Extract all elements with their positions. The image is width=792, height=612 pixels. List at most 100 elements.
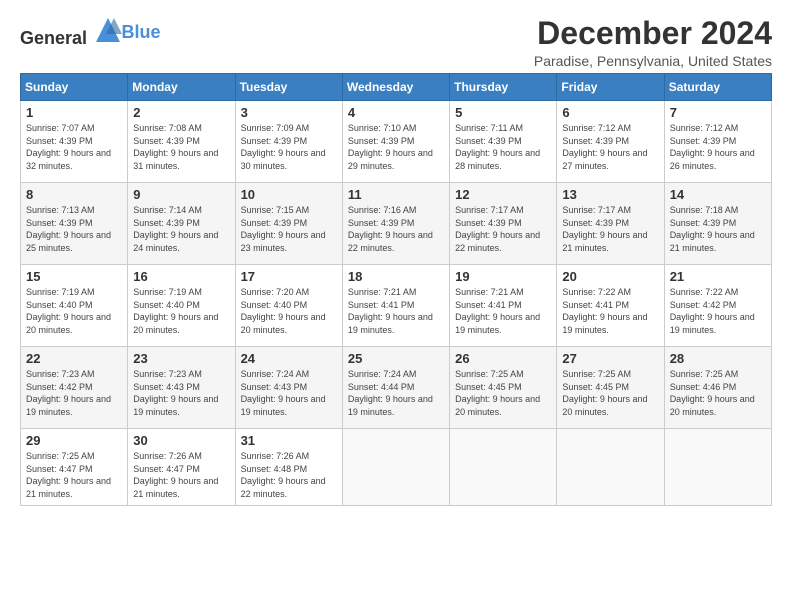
day-number: 29	[26, 433, 122, 448]
calendar-cell: 23 Sunrise: 7:23 AMSunset: 4:43 PMDayligh…	[128, 347, 235, 429]
calendar-cell: 7 Sunrise: 7:12 AMSunset: 4:39 PMDaylight…	[664, 101, 771, 183]
day-detail: Sunrise: 7:21 AMSunset: 4:41 PMDaylight:…	[455, 287, 540, 335]
day-detail: Sunrise: 7:17 AMSunset: 4:39 PMDaylight:…	[455, 205, 540, 253]
day-detail: Sunrise: 7:23 AMSunset: 4:42 PMDaylight:…	[26, 369, 111, 417]
calendar-cell: 6 Sunrise: 7:12 AMSunset: 4:39 PMDaylight…	[557, 101, 664, 183]
calendar-cell: 19 Sunrise: 7:21 AMSunset: 4:41 PMDayligh…	[450, 265, 557, 347]
day-number: 22	[26, 351, 122, 366]
logo-icon	[94, 16, 122, 44]
day-number: 31	[241, 433, 337, 448]
calendar-cell: 21 Sunrise: 7:22 AMSunset: 4:42 PMDayligh…	[664, 265, 771, 347]
day-detail: Sunrise: 7:26 AMSunset: 4:48 PMDaylight:…	[241, 451, 326, 499]
calendar-cell: 22 Sunrise: 7:23 AMSunset: 4:42 PMDayligh…	[21, 347, 128, 429]
day-detail: Sunrise: 7:24 AMSunset: 4:43 PMDaylight:…	[241, 369, 326, 417]
day-number: 20	[562, 269, 658, 284]
day-detail: Sunrise: 7:25 AMSunset: 4:45 PMDaylight:…	[455, 369, 540, 417]
calendar-cell: 14Sunrise: 7:18 AMSunset: 4:39 PMDayligh…	[664, 183, 771, 265]
calendar-week-5: 29 Sunrise: 7:25 AMSunset: 4:47 PMDayligh…	[21, 429, 772, 505]
day-number: 30	[133, 433, 229, 448]
title-block: December 2024 Paradise, Pennsylvania, Un…	[534, 16, 772, 69]
day-number: 1	[26, 105, 122, 120]
day-number: 27	[562, 351, 658, 366]
calendar-cell: 15Sunrise: 7:19 AMSunset: 4:40 PMDayligh…	[21, 265, 128, 347]
calendar-cell: 17 Sunrise: 7:20 AMSunset: 4:40 PMDayligh…	[235, 265, 342, 347]
day-number: 14	[670, 187, 766, 202]
day-detail: Sunrise: 7:17 AMSunset: 4:39 PMDaylight:…	[562, 205, 647, 253]
day-number: 21	[670, 269, 766, 284]
day-number: 19	[455, 269, 551, 284]
day-detail: Sunrise: 7:08 AMSunset: 4:39 PMDaylight:…	[133, 123, 218, 171]
day-detail: Sunrise: 7:25 AMSunset: 4:45 PMDaylight:…	[562, 369, 647, 417]
day-detail: Sunrise: 7:20 AMSunset: 4:40 PMDaylight:…	[241, 287, 326, 335]
calendar-week-2: 8Sunrise: 7:13 AMSunset: 4:39 PMDaylight…	[21, 183, 772, 265]
col-thursday: Thursday	[450, 74, 557, 101]
calendar-cell: 13 Sunrise: 7:17 AMSunset: 4:39 PMDayligh…	[557, 183, 664, 265]
calendar-cell: 9 Sunrise: 7:14 AMSunset: 4:39 PMDaylight…	[128, 183, 235, 265]
page: General Blue December 2024 Paradise, Pen…	[0, 0, 792, 518]
day-number: 7	[670, 105, 766, 120]
calendar-cell: 27 Sunrise: 7:25 AMSunset: 4:45 PMDayligh…	[557, 347, 664, 429]
calendar-cell: 29 Sunrise: 7:25 AMSunset: 4:47 PMDayligh…	[21, 429, 128, 505]
logo-general: General	[20, 28, 87, 48]
day-detail: Sunrise: 7:07 AMSunset: 4:39 PMDaylight:…	[26, 123, 111, 171]
month-title: December 2024	[534, 16, 772, 51]
calendar-cell: 24Sunrise: 7:24 AMSunset: 4:43 PMDayligh…	[235, 347, 342, 429]
calendar-cell: 30Sunrise: 7:26 AMSunset: 4:47 PMDayligh…	[128, 429, 235, 505]
calendar-cell	[557, 429, 664, 505]
day-detail: Sunrise: 7:24 AMSunset: 4:44 PMDaylight:…	[348, 369, 433, 417]
calendar-cell	[450, 429, 557, 505]
col-wednesday: Wednesday	[342, 74, 449, 101]
day-number: 2	[133, 105, 229, 120]
calendar-cell: 16 Sunrise: 7:19 AMSunset: 4:40 PMDayligh…	[128, 265, 235, 347]
day-detail: Sunrise: 7:13 AMSunset: 4:39 PMDaylight:…	[26, 205, 111, 253]
day-number: 25	[348, 351, 444, 366]
calendar-cell: 26Sunrise: 7:25 AMSunset: 4:45 PMDayligh…	[450, 347, 557, 429]
day-detail: Sunrise: 7:14 AMSunset: 4:39 PMDaylight:…	[133, 205, 218, 253]
calendar-cell: 31 Sunrise: 7:26 AMSunset: 4:48 PMDayligh…	[235, 429, 342, 505]
day-detail: Sunrise: 7:22 AMSunset: 4:42 PMDaylight:…	[670, 287, 755, 335]
calendar-cell: 1 Sunrise: 7:07 AMSunset: 4:39 PMDaylight…	[21, 101, 128, 183]
day-number: 28	[670, 351, 766, 366]
calendar-cell: 2 Sunrise: 7:08 AMSunset: 4:39 PMDaylight…	[128, 101, 235, 183]
day-detail: Sunrise: 7:25 AMSunset: 4:47 PMDaylight:…	[26, 451, 111, 499]
day-detail: Sunrise: 7:16 AMSunset: 4:39 PMDaylight:…	[348, 205, 433, 253]
calendar-cell: 3Sunrise: 7:09 AMSunset: 4:39 PMDaylight…	[235, 101, 342, 183]
calendar-cell: 5 Sunrise: 7:11 AMSunset: 4:39 PMDaylight…	[450, 101, 557, 183]
day-number: 23	[133, 351, 229, 366]
calendar-cell	[664, 429, 771, 505]
day-number: 5	[455, 105, 551, 120]
day-detail: Sunrise: 7:19 AMSunset: 4:40 PMDaylight:…	[133, 287, 218, 335]
day-number: 4	[348, 105, 444, 120]
col-sunday: Sunday	[21, 74, 128, 101]
day-number: 13	[562, 187, 658, 202]
day-detail: Sunrise: 7:12 AMSunset: 4:39 PMDaylight:…	[670, 123, 755, 171]
calendar-week-4: 22 Sunrise: 7:23 AMSunset: 4:42 PMDayligh…	[21, 347, 772, 429]
day-number: 6	[562, 105, 658, 120]
col-tuesday: Tuesday	[235, 74, 342, 101]
logo: General Blue	[20, 16, 161, 49]
day-detail: Sunrise: 7:23 AMSunset: 4:43 PMDaylight:…	[133, 369, 218, 417]
location: Paradise, Pennsylvania, United States	[534, 53, 772, 69]
day-detail: Sunrise: 7:12 AMSunset: 4:39 PMDaylight:…	[562, 123, 647, 171]
calendar-cell: 25 Sunrise: 7:24 AMSunset: 4:44 PMDayligh…	[342, 347, 449, 429]
day-detail: Sunrise: 7:15 AMSunset: 4:39 PMDaylight:…	[241, 205, 326, 253]
day-detail: Sunrise: 7:25 AMSunset: 4:46 PMDaylight:…	[670, 369, 755, 417]
day-number: 17	[241, 269, 337, 284]
day-number: 15	[26, 269, 122, 284]
logo-blue: Blue	[122, 22, 161, 42]
header: General Blue December 2024 Paradise, Pen…	[20, 16, 772, 69]
calendar-cell: 12Sunrise: 7:17 AMSunset: 4:39 PMDayligh…	[450, 183, 557, 265]
calendar-cell: 10 Sunrise: 7:15 AMSunset: 4:39 PMDayligh…	[235, 183, 342, 265]
calendar-cell: 28 Sunrise: 7:25 AMSunset: 4:46 PMDayligh…	[664, 347, 771, 429]
day-number: 16	[133, 269, 229, 284]
day-detail: Sunrise: 7:21 AMSunset: 4:41 PMDaylight:…	[348, 287, 433, 335]
day-number: 18	[348, 269, 444, 284]
day-detail: Sunrise: 7:10 AMSunset: 4:39 PMDaylight:…	[348, 123, 433, 171]
col-monday: Monday	[128, 74, 235, 101]
day-detail: Sunrise: 7:11 AMSunset: 4:39 PMDaylight:…	[455, 123, 540, 171]
day-number: 3	[241, 105, 337, 120]
day-detail: Sunrise: 7:22 AMSunset: 4:41 PMDaylight:…	[562, 287, 647, 335]
day-number: 9	[133, 187, 229, 202]
calendar-cell: 20 Sunrise: 7:22 AMSunset: 4:41 PMDayligh…	[557, 265, 664, 347]
day-number: 10	[241, 187, 337, 202]
